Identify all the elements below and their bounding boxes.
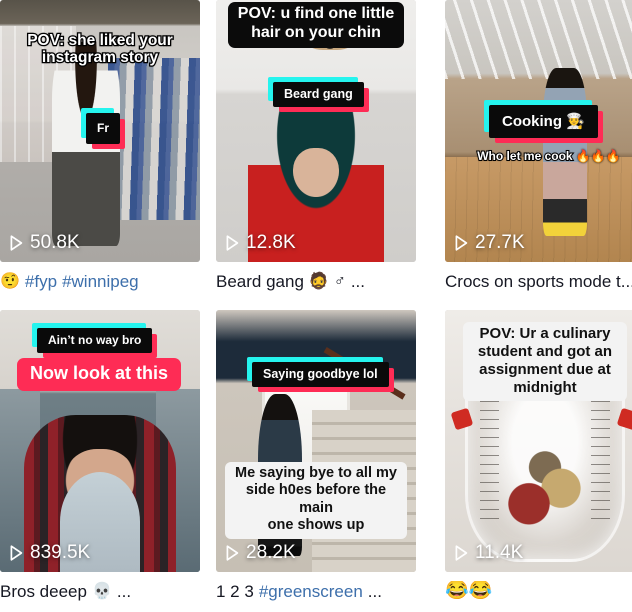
- play-count: 11.4K: [455, 542, 523, 564]
- play-triangle-icon: [455, 545, 468, 561]
- caption-text: Beard gang: [216, 272, 304, 291]
- overlay-top-caption: POV: she liked your instagram story: [26, 31, 174, 68]
- overlay-top-caption: POV: u find one little hair on your chin: [228, 2, 404, 48]
- play-triangle-icon: [10, 545, 23, 561]
- play-count: 50.8K: [10, 232, 80, 254]
- caption-ellipsis: ...: [367, 582, 382, 601]
- play-triangle-icon: [10, 235, 23, 251]
- overlay-sub-caption: Who let me cook 🔥🔥🔥: [476, 148, 622, 164]
- overlay-sticker: Saying goodbye lol: [247, 357, 394, 392]
- play-triangle-icon: [226, 545, 239, 561]
- video-card[interactable]: POV: she liked your instagram story Fr 50…: [0, 0, 200, 302]
- video-thumbnail[interactable]: POV: Ur a culinary student and got an assi…: [445, 310, 632, 572]
- caption-ellipsis: ...: [350, 272, 365, 291]
- play-count-value: 28.2K: [246, 542, 296, 563]
- play-count-value: 11.4K: [475, 542, 524, 563]
- overlay-sticker-wrap: Ain’t no way bro: [31, 323, 158, 358]
- play-count-value: 50.8K: [30, 232, 80, 253]
- male-sign-emoji: ♂: [333, 272, 346, 290]
- hashtag-link[interactable]: #fyp: [25, 271, 57, 292]
- video-thumbnail[interactable]: Cooking 👨‍🍳 Who let me cook 🔥🔥🔥 27.7K: [445, 0, 632, 262]
- overlay-sticker-wrap: Saying goodbye lol: [247, 357, 394, 392]
- video-thumbnail[interactable]: POV: she liked your instagram story Fr 50…: [0, 0, 200, 262]
- bearded-person-emoji: 🧔: [308, 272, 329, 290]
- video-thumbnail[interactable]: Saying goodbye lol Me saying bye to all …: [216, 310, 416, 572]
- overlay-sticker: Ain’t no way bro: [31, 323, 158, 358]
- video-thumbnail[interactable]: Ain’t no way bro Now look at this 839.5K: [0, 310, 200, 572]
- hashtag-link[interactable]: #greenscreen: [259, 581, 363, 602]
- skull-emoji: 💀: [91, 582, 112, 600]
- video-thumbnail[interactable]: POV: u find one little hair on your chin …: [216, 0, 416, 262]
- play-count: 28.2K: [226, 542, 296, 564]
- play-triangle-icon: [226, 235, 239, 251]
- overlay-sticker-wrap: Cooking 👨‍🍳: [484, 100, 603, 143]
- play-count-value: 839.5K: [30, 542, 91, 563]
- play-count: 12.8K: [226, 232, 296, 254]
- video-card[interactable]: POV: Ur a culinary student and got an assi…: [445, 310, 632, 612]
- video-caption[interactable]: Beard gang 🧔 ♂ ...: [216, 271, 416, 292]
- overlay-red-sticker-wrap: Now look at this: [17, 358, 182, 391]
- video-card[interactable]: POV: u find one little hair on your chin …: [216, 0, 416, 302]
- caption-text: Crocs on sports mode t...: [445, 272, 632, 291]
- video-caption[interactable]: Crocs on sports mode t...: [445, 271, 632, 292]
- thumbnail-food: [505, 430, 585, 536]
- video-grid: POV: she liked your instagram story Fr 50…: [0, 0, 632, 612]
- face-with-tears-of-joy-emoji: 😂😂: [445, 581, 493, 600]
- caption-text: 1 2 3: [216, 582, 254, 601]
- money-mouth-face-emoji: 🤨: [0, 272, 20, 290]
- video-caption[interactable]: 😂😂: [445, 581, 632, 600]
- play-count: 27.7K: [455, 232, 525, 254]
- video-caption[interactable]: 1 2 3 #greenscreen ...: [216, 581, 416, 602]
- overlay-white-caption: POV: Ur a culinary student and got an assi…: [463, 322, 627, 401]
- caption-text: Bros deeep: [0, 582, 87, 601]
- hashtag-link[interactable]: #winnipeg: [62, 271, 139, 292]
- play-count: 839.5K: [10, 542, 90, 564]
- overlay-sticker: Fr: [81, 108, 125, 149]
- overlay-sticker: Cooking 👨‍🍳: [484, 100, 603, 143]
- video-card[interactable]: Saying goodbye lol Me saying bye to all …: [216, 310, 416, 612]
- overlay-white-caption: Me saying bye to all my side h0es before …: [225, 462, 407, 539]
- caption-ellipsis: ...: [116, 582, 132, 601]
- play-triangle-icon: [455, 235, 468, 251]
- overlay-sticker: Beard gang: [268, 77, 369, 112]
- overlay-red-sticker: Now look at this: [17, 358, 182, 391]
- overlay-sticker-wrap: Beard gang: [268, 77, 369, 112]
- video-card[interactable]: Cooking 👨‍🍳 Who let me cook 🔥🔥🔥 27.7K Cr…: [445, 0, 632, 302]
- play-count-value: 27.7K: [475, 232, 525, 253]
- play-count-value: 12.8K: [246, 232, 296, 253]
- video-card[interactable]: Ain’t no way bro Now look at this 839.5K…: [0, 310, 200, 612]
- video-caption[interactable]: Bros deeep 💀 ...: [0, 581, 200, 602]
- video-caption[interactable]: 🤨 #fyp #winnipeg: [0, 271, 200, 292]
- overlay-sticker-wrap: Fr: [81, 108, 125, 149]
